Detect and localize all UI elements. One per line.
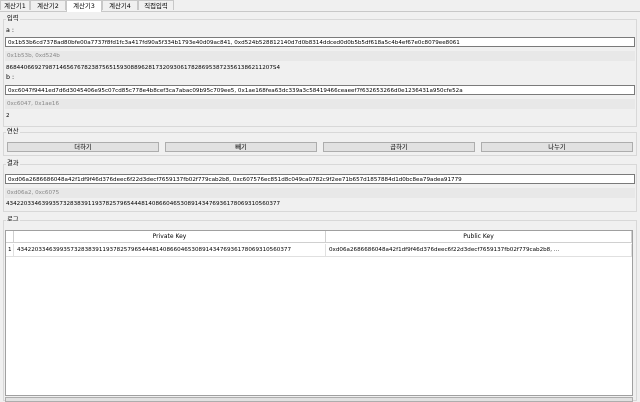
result-decimal: 4342203346399357328383911937825796544481… (6, 201, 281, 207)
column-header-private-key[interactable]: Private Key (14, 231, 326, 243)
row-number: 1 (6, 244, 14, 257)
operations-group-title: 연산 (6, 128, 20, 135)
private-key-cell[interactable]: 4342203346399357328383911937825796544481… (14, 244, 326, 257)
divide-button[interactable]: 나누기 (481, 142, 633, 152)
a-short-display: 0x1b53b, 0xd524b (5, 51, 635, 61)
result-short-display: 0xd06a2, 0xc6075 (5, 188, 635, 198)
add-button[interactable]: 더하기 (7, 142, 159, 152)
subtract-button[interactable]: 빼기 (165, 142, 317, 152)
tab-direct-input[interactable]: 직접입력 (138, 0, 174, 10)
public-key-cell[interactable]: 0xd06a2686686048a42f1df9f46d376deec6f22d… (326, 244, 632, 257)
log-group-title: 로그 (6, 216, 20, 223)
a-input[interactable]: 0x1b53b6cd7378ad80bfe00a7737f8fd1fc3a417… (5, 37, 635, 47)
multiply-button[interactable]: 곱하기 (323, 142, 475, 152)
result-group-title: 결과 (6, 160, 20, 167)
input-group-title: 입력 (6, 15, 20, 22)
b-short-display: 0xc6047, 0x1ae16 (5, 99, 635, 109)
b-input[interactable]: 0xc6047f9441ed7d6d3045406e95c07cd85c778e… (5, 85, 635, 95)
tab-calculator1[interactable]: 계산기1 (0, 0, 30, 10)
tab-calculator2[interactable]: 계산기2 (30, 0, 66, 10)
column-header-public-key[interactable]: Public Key (326, 231, 632, 243)
result-output[interactable]: 0xd06a2686686048a42f1df9f46d376deec6f22d… (5, 174, 635, 184)
tab-calculator4[interactable]: 계산기4 (102, 0, 138, 10)
tab-bar: 계산기1 계산기2 계산기3 계산기4 직접입력 (0, 0, 640, 12)
input-group (3, 19, 637, 127)
bottom-button[interactable] (5, 397, 633, 402)
a-decimal: 8684406692798714656767823875651593088962… (6, 65, 281, 71)
a-label: a : (6, 27, 14, 34)
row-header-corner (6, 231, 14, 243)
tab-calculator3[interactable]: 계산기3 (66, 0, 102, 12)
b-label: b : (6, 74, 15, 81)
b-decimal: 2 (6, 113, 10, 119)
log-grid[interactable]: Private Key Public Key 1 434220334639935… (5, 230, 633, 396)
